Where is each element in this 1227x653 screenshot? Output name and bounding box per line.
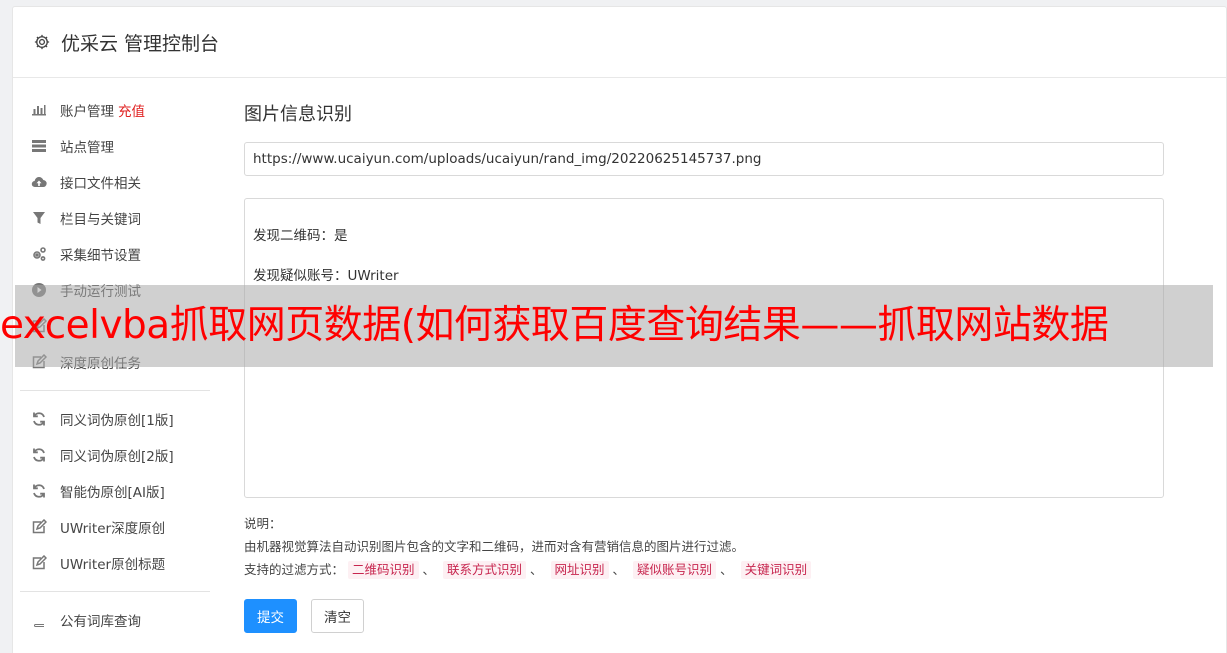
sidebar-item-label: 采集细节设置	[60, 248, 141, 264]
result-line: 发现二维码：是	[253, 228, 348, 244]
filter-separator: 、	[422, 562, 436, 577]
section-title: 图片信息识别	[244, 104, 352, 125]
sidebar-item-uwriter-title[interactable]: UWriter原创标题	[20, 545, 210, 581]
sidebar-item-collect-settings[interactable]: 采集细节设置	[20, 236, 210, 272]
filter-separator: 、	[612, 562, 626, 577]
button-row: 提交 清空	[244, 599, 1166, 633]
cloud-upload-icon	[30, 173, 48, 191]
refresh-icon	[30, 482, 48, 500]
filter-tag: 疑似账号识别	[633, 561, 717, 579]
book-icon	[30, 611, 48, 629]
sidebar-divider	[20, 390, 210, 391]
recharge-link[interactable]: 充值	[118, 100, 145, 120]
desc-label: 说明：	[244, 516, 282, 531]
watermark-text: excelvba抓取网页数据(如何获取百度查询结果——抓取网站数据	[0, 303, 1109, 348]
refresh-icon	[30, 446, 48, 464]
sidebar-item-label: UWriter原创标题	[60, 557, 166, 573]
sidebar-divider	[20, 591, 210, 592]
filter-tag: 网址识别	[550, 561, 609, 579]
sidebar-item-label: 站点管理	[60, 140, 114, 156]
bar-chart-icon	[30, 101, 48, 119]
description: 说明： 由机器视觉算法自动识别图片包含的文字和二维码，进而对含有营销信息的图片进…	[244, 512, 1166, 581]
sidebar-item-public-lexicon[interactable]: 公有词库查询	[20, 602, 210, 638]
sidebar-item-ai-rewrite[interactable]: 智能伪原创[AI版]	[20, 473, 210, 509]
filter-tag: 关键词识别	[740, 561, 812, 579]
sidebar-item-synonym-v2[interactable]: 同义词伪原创[2版]	[20, 437, 210, 473]
server-icon	[30, 137, 48, 155]
filter-tag: 二维码识别	[348, 561, 419, 579]
gear-icon	[34, 34, 50, 50]
clear-button[interactable]: 清空	[311, 599, 364, 633]
sidebar-item-synonym-v1[interactable]: 同义词伪原创[1版]	[20, 401, 210, 437]
submit-button[interactable]: 提交	[244, 599, 297, 633]
sidebar-item-columns-keywords[interactable]: 栏目与关键词	[20, 200, 210, 236]
cogs-icon	[30, 245, 48, 263]
sidebar-item-label: UWriter深度原创	[60, 521, 166, 537]
page-header: 优采云 管理控制台	[13, 7, 1226, 78]
desc-text: 由机器视觉算法自动识别图片包含的文字和二维码，进而对含有营销信息的图片进行过滤。	[244, 539, 745, 554]
filter-label: 支持的过滤方式：	[244, 562, 345, 577]
image-url-input[interactable]	[244, 142, 1164, 176]
sidebar-item-label: 同义词伪原创[2版]	[60, 449, 174, 465]
sidebar-item-label: 智能伪原创[AI版]	[60, 485, 165, 501]
sidebar-item-label: 同义词伪原创[1版]	[60, 413, 174, 429]
edit-icon	[30, 518, 48, 536]
sidebar-item-label: 公有词库查询	[60, 614, 141, 630]
refresh-icon	[30, 410, 48, 428]
sidebar-item-interface-files[interactable]: 接口文件相关	[20, 164, 210, 200]
sidebar-item-uwriter-deep[interactable]: UWriter深度原创	[20, 509, 210, 545]
filter-line: 支持的过滤方式： 二维码识别、 联系方式识别、 网址识别、 疑似账号识别、 关键…	[244, 558, 1166, 581]
sidebar-item-label: 栏目与关键词	[60, 212, 141, 228]
filter-icon	[30, 209, 48, 227]
result-line: 发现疑似账号：UWriter	[253, 268, 399, 284]
sidebar-item-label: 接口文件相关	[60, 176, 141, 192]
filter-tag: 联系方式识别	[443, 561, 527, 579]
filter-separator: 、	[720, 562, 733, 577]
sidebar-item-sites[interactable]: 站点管理	[20, 128, 210, 164]
sidebar-item-label: 账户管理	[60, 104, 114, 120]
sidebar-item-account[interactable]: 账户管理 充值	[20, 92, 210, 128]
filter-separator: 、	[530, 562, 543, 577]
page-title: 优采云 管理控制台	[61, 32, 220, 55]
edit-icon	[30, 554, 48, 572]
